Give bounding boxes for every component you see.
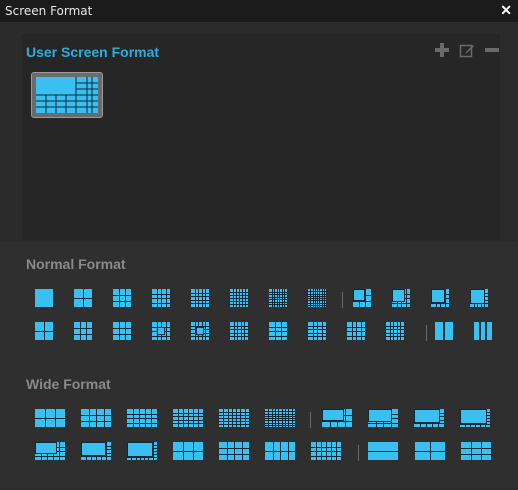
normal-format-label: Normal Format	[26, 256, 126, 272]
wide-quad-icon[interactable]	[415, 442, 445, 460]
wide-alt-7-icon[interactable]	[311, 442, 341, 460]
layout-main-plus-4-icon[interactable]	[470, 289, 488, 307]
wide-layout-1-icon[interactable]	[35, 409, 65, 427]
remove-icon[interactable]	[484, 42, 500, 58]
wide-alt-2-icon[interactable]	[81, 442, 111, 460]
layout-alt-2-icon[interactable]	[74, 322, 92, 340]
edit-icon[interactable]	[459, 42, 475, 58]
layout-alt-5-icon[interactable]	[191, 322, 209, 340]
wide-layout-3-icon[interactable]	[127, 409, 157, 427]
wide-alt-3-icon[interactable]	[127, 442, 157, 460]
normal-format-row-2	[0, 322, 518, 344]
wide-hsplit-2-icon[interactable]	[368, 442, 398, 460]
window-title: Screen Format	[5, 4, 93, 18]
wide-main-plus-1-icon[interactable]	[322, 409, 352, 427]
layout-alt-9-icon[interactable]	[347, 322, 365, 340]
wide-layout-5-icon[interactable]	[219, 409, 249, 427]
wide-format-label: Wide Format	[26, 376, 111, 392]
wide-main-plus-4-icon[interactable]	[460, 409, 490, 427]
screen-format-window: Screen Format ✕ User Screen Format Norma…	[0, 0, 518, 490]
layout-7-icon[interactable]	[269, 289, 287, 307]
user-screen-format-label: User Screen Format	[26, 44, 160, 60]
layout-main-plus-3-icon[interactable]	[431, 289, 449, 307]
group-divider	[358, 445, 359, 461]
layout-alt-6-icon[interactable]	[230, 322, 248, 340]
layout-alt-10-icon[interactable]	[386, 322, 404, 340]
wide-main-plus-2-icon[interactable]	[368, 409, 398, 427]
layout-alt-4-icon[interactable]	[152, 322, 170, 340]
user-layout-thumbnail[interactable]	[31, 72, 103, 118]
group-divider	[310, 412, 311, 428]
layout-vsplit-3-icon[interactable]	[474, 322, 492, 340]
wide-alt-4-icon[interactable]	[173, 442, 203, 460]
user-layout-grid-icon	[36, 77, 98, 113]
title-bar: Screen Format ✕	[0, 0, 518, 22]
layout-3-icon[interactable]	[113, 289, 131, 307]
layout-alt-7-icon[interactable]	[269, 322, 287, 340]
wide-layout-4-icon[interactable]	[173, 409, 203, 427]
layout-1-icon[interactable]	[35, 289, 53, 307]
wide-format-row-2	[0, 442, 518, 464]
wide-alt-6-icon[interactable]	[265, 442, 295, 460]
layout-alt-8-icon[interactable]	[308, 322, 326, 340]
wide-alt-1-icon[interactable]	[35, 442, 65, 460]
wide-main-plus-3-icon[interactable]	[414, 409, 444, 427]
layout-alt-3-icon[interactable]	[113, 322, 131, 340]
layout-main-plus-2-icon[interactable]	[392, 289, 410, 307]
wide-grid-9-icon[interactable]	[461, 442, 491, 460]
layout-5-icon[interactable]	[191, 289, 209, 307]
layout-2-icon[interactable]	[74, 289, 92, 307]
wide-format-row-1	[0, 409, 518, 431]
wide-layout-6-icon[interactable]	[265, 409, 295, 427]
add-icon[interactable]	[434, 42, 450, 58]
layout-vsplit-2-icon[interactable]	[435, 322, 453, 340]
layout-alt-1-icon[interactable]	[35, 322, 53, 340]
layout-main-plus-1-icon[interactable]	[353, 289, 371, 307]
normal-format-row-1	[0, 289, 518, 311]
wide-alt-5-icon[interactable]	[219, 442, 249, 460]
group-divider	[342, 292, 343, 308]
user-format-panel	[22, 34, 500, 240]
close-icon[interactable]: ✕	[500, 2, 512, 19]
user-format-toolbar	[434, 42, 500, 58]
wide-layout-2-icon[interactable]	[81, 409, 111, 427]
group-divider	[426, 325, 427, 341]
layout-6-icon[interactable]	[230, 289, 248, 307]
layout-4-icon[interactable]	[152, 289, 170, 307]
layout-8-icon[interactable]	[308, 289, 326, 307]
